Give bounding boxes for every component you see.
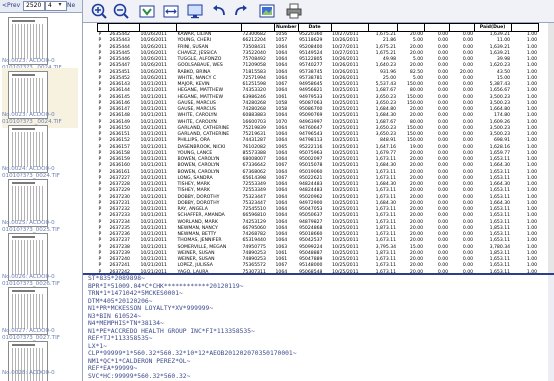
table-row: P 2635443 10/26/2011 YOUNG, CHERI 66212204 10…	[98, 38, 539, 44]
table-row: P 2637229 10/21/2011 TISHEY, MARK 72553349 10…	[98, 188, 539, 194]
document-page: Number Date Paid(Due) P 2635442 10/26/2011 KA…	[83, 23, 554, 275]
table-row: P 2636144 10/21/2011 HEGANE, MATTHEW 7435332…	[98, 88, 539, 94]
print-icon[interactable]	[286, 3, 302, 19]
table-row: P 2637238 10/21/2011 SOMERVILLE, MEGAN 74950…	[98, 245, 539, 251]
edi-line: CLP*99999*1*560.32*560.32*10*12*AEOB2012…	[88, 350, 297, 357]
table-row: P 2636152 10/21/2011 PHILLIPS, ORA 74431287 1…	[98, 138, 539, 144]
table-row: P 2635444 10/26/2011 FRINI, SUSAN 73508431 10…	[98, 45, 539, 51]
table-row: P 2636148 10/21/2011 WHITE, CAROLYN 60883883…	[98, 113, 539, 119]
thumbnail-item[interactable]: No.0024: ACDO0-0 01010?3?3_0024.TIF	[2, 122, 78, 182]
column-header	[448, 23, 475, 32]
table-row: P 2636145 10/21/2011 HEGANE, MATTHEW 6398624…	[98, 95, 539, 101]
table-row: P 2636161 10/21/2011 BOWEN, CAROLYN 67368062…	[98, 170, 539, 176]
table-row: P 2637241 10/21/2011 LOPEZ, JULISSA 75365572…	[98, 263, 539, 269]
thumbnail-item[interactable]: No.0026: ACDO0-0 01010?3?3_0026.TIF	[2, 230, 78, 290]
thumbnail-item[interactable]: No.0028: ACDO0-0	[2, 338, 78, 381]
edi-line: SVC*HC:99999*560.32*560.32~	[88, 372, 191, 380]
edi-line: LX*1~	[88, 342, 107, 350]
edi-text-panel: ST*835*2089898~ BPR*I*51009.04*C*CHK*****…	[83, 275, 554, 381]
edi-line: REF*EA*99999~	[88, 365, 138, 372]
zoom-out-icon[interactable]	[113, 3, 129, 19]
column-header	[330, 23, 369, 32]
remittance-table: Number Date Paid(Due) P 2635442 10/26/2011 KA…	[97, 23, 539, 273]
edi-line: N1*PR*MCKESSON LOYALTY*XV*999999~	[88, 305, 214, 312]
fit-height-icon[interactable]	[139, 3, 155, 19]
table-row: P 2637230 10/21/2011 DOBBY, DOROTHY 75323447…	[98, 195, 539, 201]
column-header	[423, 23, 450, 32]
table-row: P 2636160 10/21/2011 BOWEN, CAROLYN 67336642…	[98, 163, 539, 169]
thumbnail-caption: No.0028: ACDO0-0	[2, 370, 55, 376]
edi-line: TRN*1*1471042*5MCKES0001~	[88, 290, 183, 297]
monitor-icon[interactable]	[187, 3, 203, 19]
edi-line: N3*BIN 610524~	[88, 312, 142, 320]
table-row: P 2636149 10/21/2011 WHITE, CAROLYN 16600703…	[98, 120, 539, 126]
prev-page-link[interactable]: <Prev	[2, 2, 20, 9]
page-navigator: <Prev 2520 4 ▾ Ne	[0, 0, 82, 13]
document-viewer: Number Date Paid(Due) P 2635442 10/26/2011 KA…	[83, 0, 554, 381]
column-header: Date	[297, 23, 332, 32]
chevron-down-icon[interactable]: ▾	[56, 1, 64, 11]
fit-width-icon[interactable]	[163, 3, 179, 19]
column-header	[241, 23, 275, 32]
table-body: P 2635442 10/26/2011 KAWAR, LILIAN 72300682 1…	[98, 32, 539, 273]
thumbnail-item[interactable]: No.0025: ACDO0-0 01010?3?3_0025.TIF	[2, 176, 78, 236]
document-scrollbar[interactable]	[548, 23, 554, 273]
table-row: P 2635447 10/26/2011 GOOLSABAUE, WES 7120905…	[98, 63, 539, 69]
edi-line: REF*TJ*113358535~	[88, 335, 153, 342]
table-row: P 2635451 10/26/2011 RABKO, BRINA 71815583 10…	[98, 70, 539, 76]
next-page-link[interactable]: Ne	[67, 2, 75, 9]
edi-line: ST*835*2089898~	[88, 275, 145, 282]
edi-line: NM1*QC*1*CALDERON PEREZ*OL~	[88, 357, 191, 365]
table-row: P 2637233 10/21/2011 SCHAFFER, AMANDA 665968…	[98, 213, 539, 219]
column-header	[396, 23, 425, 32]
page-number-input[interactable]: 2520	[23, 1, 45, 11]
image-view-icon[interactable]	[259, 3, 275, 19]
edi-lines: ST*835*2089898~ BPR*I*51009.04*C*CHK*****…	[83, 275, 554, 380]
column-header	[108, 23, 140, 32]
column-header	[367, 23, 398, 32]
rotate-left-icon[interactable]	[211, 3, 227, 19]
rotate-right-icon[interactable]	[233, 3, 249, 19]
thumbnail-item-selected[interactable]: No.0023: ACDO0-0 01010?3?3 _0024.TIF	[2, 68, 78, 128]
edi-line: DTM*405*20120206~	[88, 297, 153, 305]
thumbnail-item[interactable]: No.0027: ACDO0-0 01010?3?3_0027.TIF	[2, 284, 78, 344]
table-row: P 2637234 10/21/2011 WORLAND, MARK 74253129 1…	[98, 220, 539, 226]
table-header-row: Number Date Paid(Due)	[97, 23, 539, 32]
column-header	[510, 23, 539, 32]
thumbnail-panel: <Prev 2520 4 ▾ Ne No.0023: ACDO0-001010?…	[0, 0, 83, 381]
edi-line: BPR*I*51009.04*C*CHK************20120119…	[88, 282, 244, 290]
toolbar	[83, 0, 554, 23]
thumbnail-item[interactable]: No.0023: ACDO0-001010?3?3 _0024.TIF	[2, 14, 78, 74]
column-header: Paid(Due)	[473, 23, 512, 32]
column-header	[97, 23, 109, 32]
edi-line: N1*PE*ACCREDO HEALTH GROUP INC*FI*113358…	[88, 327, 255, 335]
column-header	[139, 23, 177, 32]
edi-scrollbar[interactable]	[548, 275, 554, 381]
edi-line: N4*MEMPHIS*TN*38134~	[88, 320, 164, 327]
table-row: P 2637237 10/21/2011 THOMAS, JENNIFER 653194…	[98, 238, 539, 244]
column-header: Number	[274, 23, 299, 32]
zoom-in-icon[interactable]	[91, 3, 107, 19]
table-row: P 2636157 10/21/2011 DASENBROOK, NICKI 76102…	[98, 145, 539, 151]
column-header	[176, 23, 242, 32]
